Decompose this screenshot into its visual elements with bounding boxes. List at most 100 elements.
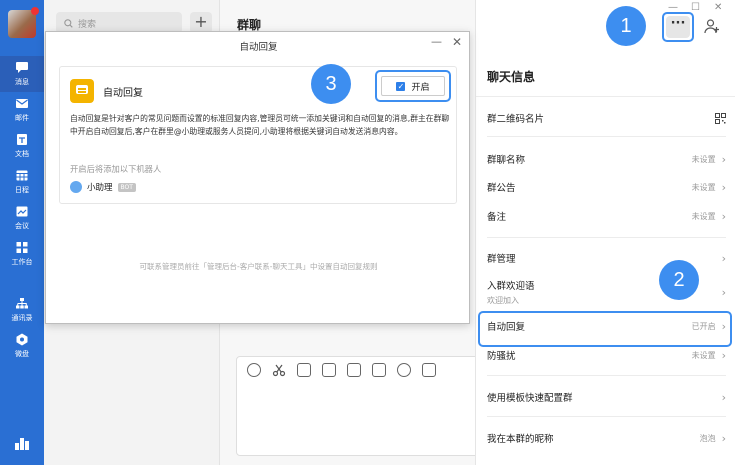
step-marker-2: 2 xyxy=(659,260,699,300)
chevron-right-icon: › xyxy=(721,209,726,223)
divider xyxy=(487,375,726,376)
row-anti-harassment[interactable]: 防骚扰 未设置 › xyxy=(487,348,726,363)
row-label: 防骚扰 xyxy=(487,351,516,362)
dialog-title: 自动回复 xyxy=(239,42,278,53)
scissors-icon[interactable] xyxy=(272,363,286,377)
nav-label: 邮件 xyxy=(15,114,29,122)
card-description: 自动回复是针对客户的常见问题而设置的标准回复内容,管理员可统一添加关键词和自动回… xyxy=(70,114,450,136)
nav-label: 文档 xyxy=(15,150,29,158)
nav-item-workbench[interactable]: 工作台 xyxy=(0,236,44,272)
row-value: 未设置 xyxy=(691,211,716,221)
panel-title: 聊天信息 xyxy=(487,70,536,84)
chat-info-panel: — ☐ ✕ ··· 聊天信息 群二维码名片 群聊名称 未设置 › 群公告 未设置 ›… xyxy=(475,0,735,465)
document-tool-icon[interactable] xyxy=(322,363,336,377)
nav-item-meeting[interactable]: 会议 xyxy=(0,200,44,236)
more-apps-icon[interactable] xyxy=(14,436,30,450)
nav-item-drive[interactable]: 微盘 xyxy=(0,328,44,364)
row-label: 使用模板快速配置群 xyxy=(487,393,573,404)
row-label: 备注 xyxy=(487,212,507,223)
divider xyxy=(476,96,735,97)
nav-item-messages[interactable]: 消息 xyxy=(0,56,44,92)
row-my-nickname[interactable]: 我在本群的昵称 泡泡 › xyxy=(487,431,726,446)
workbench-icon xyxy=(16,242,28,253)
nav-label: 工作台 xyxy=(11,258,33,266)
nav-label: 微盘 xyxy=(15,350,29,358)
maximize-icon[interactable]: ☐ xyxy=(691,2,700,13)
nav-label: 通讯录 xyxy=(11,314,33,322)
message-editor[interactable] xyxy=(236,356,506,456)
nav-item-calendar[interactable]: 日程 xyxy=(0,164,44,200)
robot-name: 小助理 xyxy=(87,183,113,193)
search-icon xyxy=(64,18,73,28)
minimize-icon[interactable]: — xyxy=(431,35,442,48)
chevron-right-icon: › xyxy=(721,431,726,445)
contacts-icon xyxy=(16,298,28,309)
chevron-right-icon: › xyxy=(721,152,726,166)
step-marker-1: 1 xyxy=(606,6,646,46)
nav-label: 日程 xyxy=(15,186,29,194)
step-marker-3: 3 xyxy=(311,64,351,104)
chevron-right-icon: › xyxy=(721,285,726,299)
dialog-footer-hint: 可联系管理员前往「管理后台-客户联系-聊天工具」中设置自动回复规则 xyxy=(139,262,378,271)
row-value: 未设置 xyxy=(691,182,716,192)
search-placeholder: 搜索 xyxy=(78,19,97,30)
row-label: 群聊名称 xyxy=(487,155,526,166)
chevron-right-icon: › xyxy=(721,180,726,194)
row-label: 群公告 xyxy=(487,183,516,194)
robot-avatar-icon xyxy=(70,181,82,193)
nav-item-docs[interactable]: 文档 xyxy=(0,128,44,164)
row-value: 未设置 xyxy=(691,350,716,360)
chat-bubble-icon xyxy=(16,62,28,73)
row-value: 未设置 xyxy=(691,154,716,164)
highlight-more-button xyxy=(662,12,694,42)
bot-tag: BOT xyxy=(117,182,136,192)
divider xyxy=(487,416,726,417)
nav-label: 会议 xyxy=(15,222,29,230)
editor-toolbar xyxy=(237,357,505,383)
image-icon[interactable] xyxy=(297,363,311,377)
row-label: 群二维码名片 xyxy=(487,114,545,125)
emoji-icon[interactable] xyxy=(247,363,261,377)
calendar-icon xyxy=(16,170,28,181)
chevron-right-icon: › xyxy=(721,251,726,265)
mail-icon xyxy=(16,99,28,108)
highlight-enable-toggle: ✓ 开启 xyxy=(375,70,451,102)
row-label: 入群欢迎语 xyxy=(487,281,535,292)
card-title: 自动回复 xyxy=(103,88,143,99)
avatar[interactable] xyxy=(8,7,39,38)
row-group-name[interactable]: 群聊名称 未设置 › xyxy=(487,152,726,167)
row-label: 群管理 xyxy=(487,254,516,265)
row-value: 泡泡 xyxy=(699,433,716,443)
folder-icon[interactable] xyxy=(372,363,386,377)
checklist-icon[interactable] xyxy=(347,363,361,377)
close-icon[interactable]: ✕ xyxy=(452,35,462,49)
row-remark[interactable]: 备注 未设置 › xyxy=(487,209,726,224)
meeting-icon xyxy=(16,206,28,217)
unread-badge xyxy=(31,7,39,15)
document-icon xyxy=(17,134,27,145)
close-icon[interactable]: ✕ xyxy=(714,2,722,13)
checkbox-checked-icon[interactable]: ✓ xyxy=(396,81,406,91)
shield-icon[interactable] xyxy=(397,363,411,377)
nav-item-mail[interactable]: 邮件 xyxy=(0,92,44,128)
row-sub: 欢迎加入 xyxy=(487,296,519,305)
row-group-qr[interactable]: 群二维码名片 xyxy=(487,111,726,125)
auto-reply-icon xyxy=(70,79,94,103)
divider xyxy=(487,136,726,137)
add-member-icon[interactable] xyxy=(704,18,720,34)
toggle-label: 开启 xyxy=(411,82,430,93)
drive-icon xyxy=(16,333,28,346)
row-label: 我在本群的昵称 xyxy=(487,434,554,445)
enable-toggle[interactable]: ✓ 开启 xyxy=(381,76,445,96)
divider xyxy=(487,237,726,238)
robot-entry: 小助理 BOT xyxy=(70,181,136,193)
qr-code-icon xyxy=(715,112,726,124)
auto-reply-dialog: 自动回复 — ✕ 自动回复 自动回复是针对客户的常见问题而设置的标准回复内容,管… xyxy=(45,31,470,324)
left-nav: 消息 邮件 文档 日程 会议 工作台 通讯录 微盘 xyxy=(0,0,44,465)
nav-label: 消息 xyxy=(15,78,29,86)
row-template-config[interactable]: 使用模板快速配置群 › xyxy=(487,390,726,405)
nav-item-contacts[interactable]: 通讯录 xyxy=(0,292,44,328)
row-group-notice[interactable]: 群公告 未设置 › xyxy=(487,180,726,195)
video-icon[interactable] xyxy=(422,363,436,377)
chevron-right-icon: › xyxy=(721,348,726,362)
